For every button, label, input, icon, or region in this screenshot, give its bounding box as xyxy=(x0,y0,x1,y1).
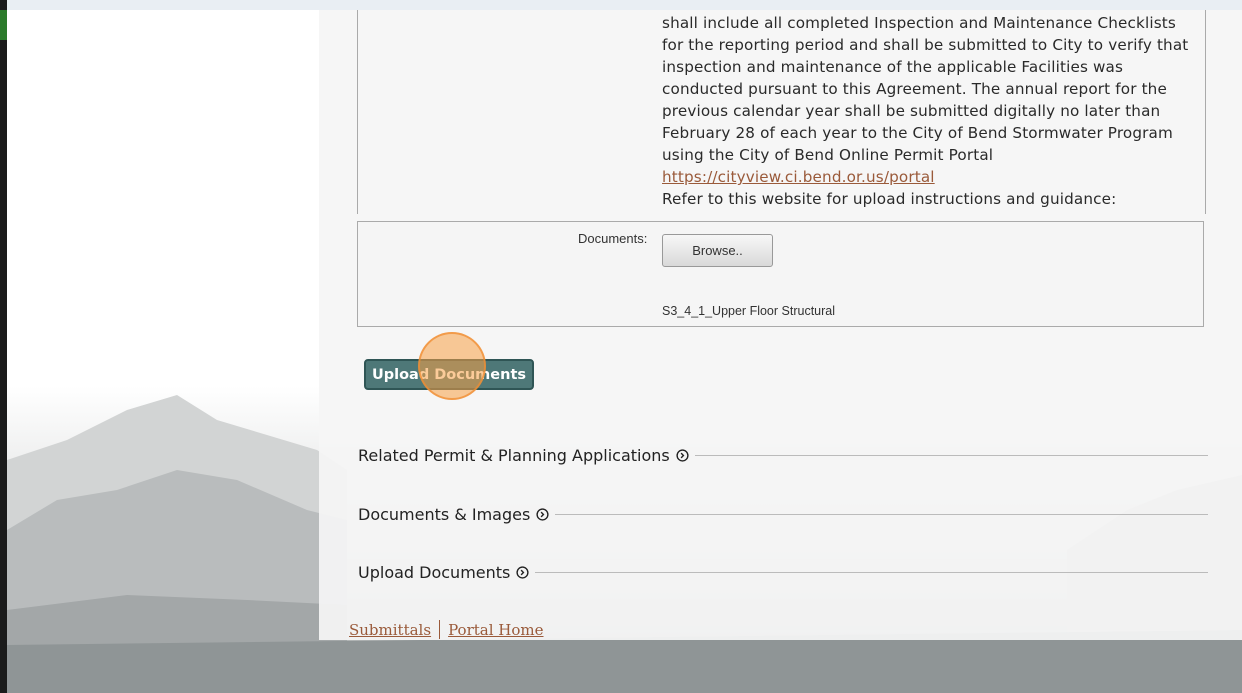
section-divider xyxy=(555,513,1208,515)
agreement-line: previous calendar year shall be submitte… xyxy=(662,102,1161,120)
section-divider xyxy=(694,454,1208,456)
section-upload-documents[interactable]: Upload Documents xyxy=(358,560,1208,584)
footer-links: Submittals Portal Home xyxy=(349,620,544,639)
browse-button[interactable]: Browse.. xyxy=(662,234,773,267)
section-related-permits[interactable]: Related Permit & Planning Applications xyxy=(358,443,1208,467)
agreement-line: inspection and maintenance of the applic… xyxy=(662,58,1124,76)
top-strip xyxy=(0,0,1242,10)
agreement-line: February 28 of each year to the City of … xyxy=(662,124,1173,142)
submittals-link[interactable]: Submittals xyxy=(349,621,431,639)
window-edge xyxy=(0,0,7,693)
section-documents-images[interactable]: Documents & Images xyxy=(358,502,1208,526)
documents-label: Documents: xyxy=(578,231,648,246)
agreement-line: conducted pursuant to this Agreement. Th… xyxy=(662,80,1167,98)
upload-documents-button[interactable]: Upload Documents xyxy=(364,359,534,390)
expand-chevron-icon xyxy=(676,448,689,462)
agreement-line: for the reporting period and shall be su… xyxy=(662,36,1189,54)
expand-chevron-icon xyxy=(516,565,529,579)
portal-home-link[interactable]: Portal Home xyxy=(448,621,543,639)
section-divider xyxy=(535,571,1208,573)
agreement-line: using the City of Bend Online Permit Por… xyxy=(662,146,994,164)
selected-file-name: S3_4_1_Upper Floor Structural xyxy=(662,304,836,318)
agreement-line: shall include all completed Inspection a… xyxy=(662,14,1176,32)
footer-separator xyxy=(439,620,441,639)
agreement-text: shall include all completed Inspection a… xyxy=(662,12,1202,210)
section-title: Upload Documents xyxy=(358,562,511,582)
portal-link[interactable]: https://cityview.ci.bend.or.us/portal xyxy=(662,168,935,186)
expand-chevron-icon xyxy=(536,507,549,521)
instructions-text: Refer to this website for upload instruc… xyxy=(662,190,1117,208)
section-title: Related Permit & Planning Applications xyxy=(358,445,670,465)
section-title: Documents & Images xyxy=(358,504,531,524)
